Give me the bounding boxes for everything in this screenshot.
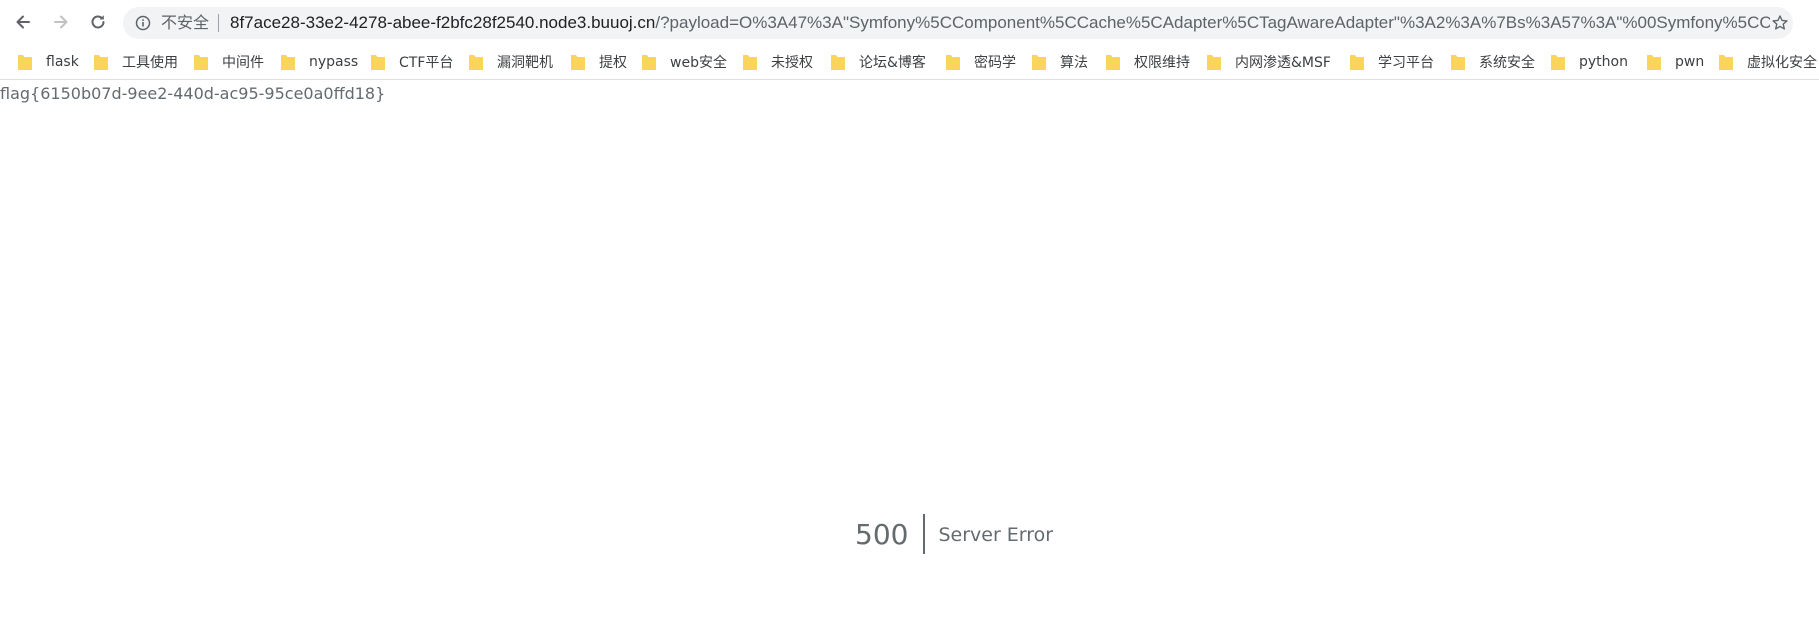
error-code: 500 bbox=[855, 517, 909, 551]
bookmark-label: 漏洞靶机 bbox=[497, 55, 553, 71]
bookmark-folder[interactable]: 学习平台 bbox=[1349, 50, 1434, 74]
back-button[interactable] bbox=[9, 8, 37, 36]
omnibox-divider bbox=[218, 14, 219, 32]
bookmark-folder[interactable]: python bbox=[1550, 50, 1628, 74]
bookmark-label: 论坛&博客 bbox=[859, 55, 926, 71]
bookmark-folder[interactable]: 漏洞靶机 bbox=[468, 50, 553, 74]
forward-button[interactable] bbox=[47, 8, 75, 36]
folder-icon bbox=[93, 53, 109, 71]
reload-icon bbox=[91, 15, 105, 29]
back-arrow-icon bbox=[16, 15, 30, 29]
bookmark-label: 密码学 bbox=[974, 55, 1016, 71]
folder-icon bbox=[280, 53, 296, 71]
bookmark-folder[interactable]: 密码学 bbox=[945, 50, 1016, 74]
bookmark-label: 提权 bbox=[599, 55, 627, 71]
bookmark-label: 系统安全 bbox=[1479, 55, 1535, 71]
bookmark-folder[interactable]: 未授权 bbox=[742, 50, 813, 74]
bookmark-label: pwn bbox=[1675, 54, 1705, 70]
bookmark-label: 学习平台 bbox=[1378, 55, 1434, 71]
reload-button[interactable] bbox=[84, 8, 112, 36]
folder-icon bbox=[570, 53, 586, 71]
url-host: 8f7ace28-33e2-4278-abee-f2bfc28f2540.nod… bbox=[230, 13, 656, 32]
folder-icon bbox=[1031, 53, 1047, 71]
bookmark-label: 未授权 bbox=[771, 55, 813, 71]
folder-icon bbox=[1550, 53, 1566, 71]
bookmark-label: 内网渗透&MSF bbox=[1235, 55, 1331, 71]
bookmark-label: web安全 bbox=[670, 55, 727, 71]
bookmark-label: python bbox=[1579, 54, 1628, 70]
folder-icon bbox=[193, 53, 209, 71]
folder-icon bbox=[945, 53, 961, 71]
bookmark-folder[interactable]: 论坛&博客 bbox=[830, 50, 926, 74]
page-content: flag{6150b07d-9ee2-440d-ac95-95ce0a0ffd1… bbox=[0, 81, 1819, 627]
bookmark-label: 权限维持 bbox=[1134, 55, 1190, 71]
folder-icon bbox=[1105, 53, 1121, 71]
bookmark-folder[interactable]: 权限维持 bbox=[1105, 50, 1190, 74]
browser-toolbar: 不安全 8f7ace28-33e2-4278-abee-f2bfc28f2540… bbox=[0, 0, 1819, 44]
bookmark-folder[interactable]: 算法 bbox=[1031, 50, 1088, 74]
folder-icon bbox=[1718, 53, 1734, 71]
bookmark-folder[interactable]: pwn bbox=[1646, 50, 1704, 74]
bookmarks-bar: flask 工具使用 中间件 nypass CTF平台 漏洞靶机 提权 web安… bbox=[0, 44, 1819, 80]
bookmark-folder[interactable]: nypass bbox=[280, 50, 358, 74]
folder-icon bbox=[468, 53, 484, 71]
info-icon[interactable] bbox=[135, 15, 151, 31]
bookmark-folder[interactable]: 虚拟化安全 bbox=[1718, 50, 1817, 74]
bookmark-folder[interactable]: flask bbox=[17, 50, 79, 74]
bookmark-label: nypass bbox=[309, 54, 359, 70]
folder-icon bbox=[1450, 53, 1466, 71]
bookmark-folder[interactable]: web安全 bbox=[641, 50, 727, 74]
security-status-label[interactable]: 不安全 bbox=[161, 13, 209, 33]
bookmark-folder[interactable]: 中间件 bbox=[193, 50, 264, 74]
folder-icon bbox=[1646, 53, 1662, 71]
bookmark-label: flask bbox=[46, 54, 79, 70]
folder-icon bbox=[641, 53, 657, 71]
folder-icon bbox=[742, 53, 758, 71]
bookmark-folder[interactable]: 提权 bbox=[570, 50, 627, 74]
bookmark-folder[interactable]: 工具使用 bbox=[93, 50, 178, 74]
folder-icon bbox=[1206, 53, 1222, 71]
bookmark-label: 中间件 bbox=[222, 55, 264, 71]
bookmark-label: 虚拟化安全 bbox=[1747, 55, 1817, 71]
bookmark-folder[interactable]: 系统安全 bbox=[1450, 50, 1535, 74]
flag-text: flag{6150b07d-9ee2-440d-ac95-95ce0a0ffd1… bbox=[0, 84, 386, 103]
bookmark-label: CTF平台 bbox=[399, 55, 454, 71]
folder-icon bbox=[370, 53, 386, 71]
bookmark-label: 算法 bbox=[1060, 55, 1088, 71]
error-message: Server Error bbox=[938, 524, 1054, 546]
address-bar[interactable]: 不安全 8f7ace28-33e2-4278-abee-f2bfc28f2540… bbox=[123, 7, 1793, 39]
forward-arrow-icon bbox=[54, 15, 68, 29]
bookmark-label: 工具使用 bbox=[122, 55, 178, 71]
error-block: 500 Server Error bbox=[855, 514, 1053, 554]
folder-icon bbox=[1349, 53, 1365, 71]
folder-icon bbox=[17, 53, 33, 71]
url-text[interactable]: 8f7ace28-33e2-4278-abee-f2bfc28f2540.nod… bbox=[230, 13, 1770, 33]
bookmark-star-icon[interactable] bbox=[1771, 14, 1789, 32]
bookmark-folder[interactable]: CTF平台 bbox=[370, 50, 453, 74]
folder-icon bbox=[830, 53, 846, 71]
bookmark-folder[interactable]: 内网渗透&MSF bbox=[1206, 50, 1331, 74]
url-path: /?payload=O%3A47%3A"Symfony%5CComponent%… bbox=[655, 13, 1770, 32]
